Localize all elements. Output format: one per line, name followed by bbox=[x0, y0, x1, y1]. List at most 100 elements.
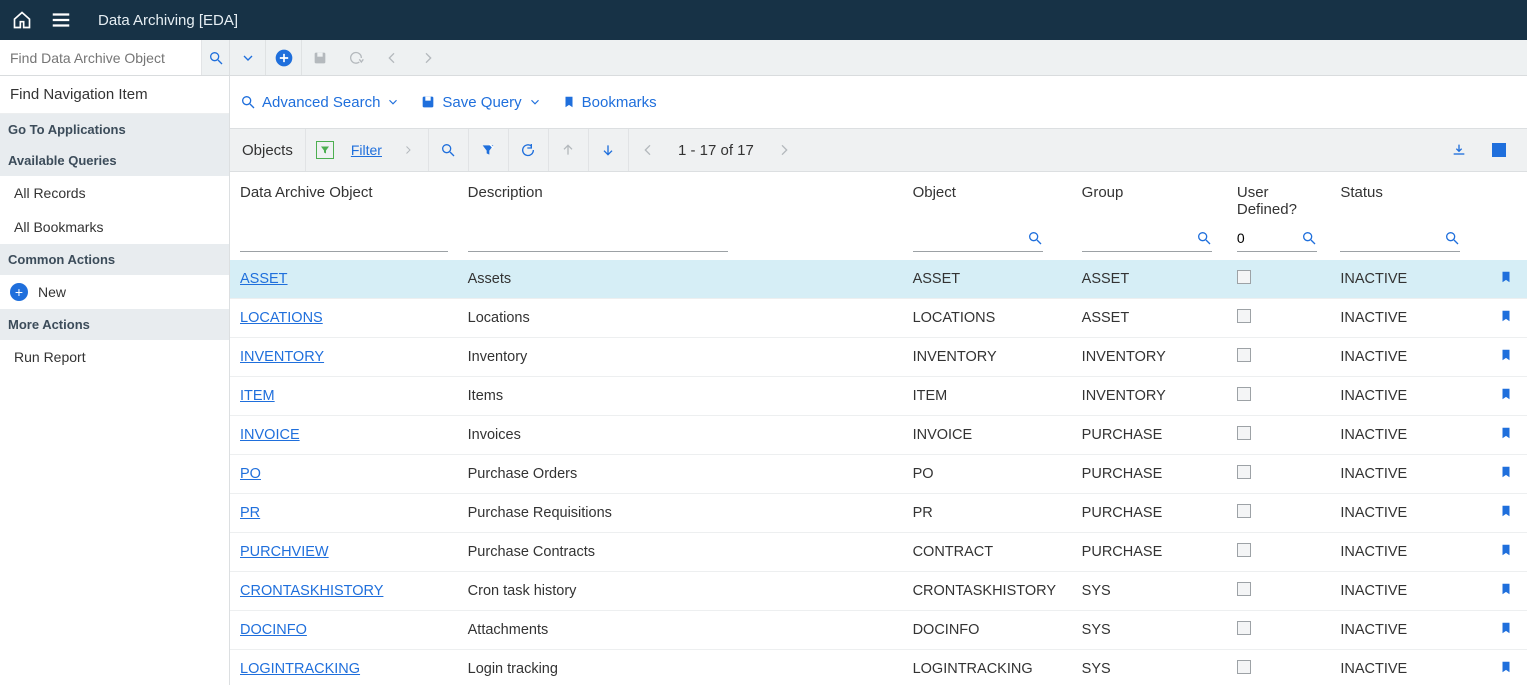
download-button[interactable] bbox=[1439, 129, 1479, 171]
filter-status[interactable] bbox=[1340, 224, 1460, 252]
bookmark-icon[interactable] bbox=[1499, 269, 1513, 285]
filter-grp-input[interactable] bbox=[1082, 230, 1190, 246]
checkbox-icon[interactable] bbox=[1237, 543, 1251, 557]
bookmark-icon[interactable] bbox=[1499, 464, 1513, 480]
section-more-actions[interactable]: More Actions bbox=[0, 309, 229, 340]
table-row[interactable]: INVOICEInvoicesINVOICEPURCHASEINACTIVE bbox=[230, 416, 1527, 455]
checkbox-icon[interactable] bbox=[1237, 621, 1251, 635]
filter-grp[interactable] bbox=[1082, 224, 1212, 252]
expand-button[interactable] bbox=[1479, 129, 1519, 171]
table-row[interactable]: ASSETAssetsASSETASSETINACTIVE bbox=[230, 260, 1527, 299]
dao-link[interactable]: PR bbox=[240, 505, 260, 521]
checkbox-icon[interactable] bbox=[1237, 348, 1251, 362]
checkbox-icon[interactable] bbox=[1237, 504, 1251, 518]
cell-ud[interactable] bbox=[1227, 572, 1330, 611]
filter-obj-input[interactable] bbox=[913, 230, 1021, 246]
filter-obj[interactable] bbox=[913, 224, 1043, 252]
checkbox-icon[interactable] bbox=[1237, 426, 1251, 440]
col-header-ud[interactable]: User Defined? bbox=[1227, 172, 1330, 224]
dao-link[interactable]: INVOICE bbox=[240, 427, 300, 443]
save-query-link[interactable]: Save Query bbox=[420, 94, 541, 111]
bookmark-icon[interactable] bbox=[1499, 659, 1513, 675]
cell-ud[interactable] bbox=[1227, 455, 1330, 494]
checkbox-icon[interactable] bbox=[1237, 582, 1251, 596]
dao-link[interactable]: LOCATIONS bbox=[240, 310, 323, 326]
caret-down-button[interactable] bbox=[230, 40, 266, 75]
bookmark-icon[interactable] bbox=[1499, 308, 1513, 324]
bookmark-icon[interactable] bbox=[1499, 503, 1513, 519]
section-common-actions[interactable]: Common Actions bbox=[0, 244, 229, 275]
checkbox-icon[interactable] bbox=[1237, 387, 1251, 401]
filter-caret-right[interactable] bbox=[388, 129, 428, 171]
filter-desc-input[interactable] bbox=[468, 230, 728, 246]
cell-ud[interactable] bbox=[1227, 494, 1330, 533]
down-button[interactable] bbox=[588, 129, 628, 171]
query-all-records[interactable]: All Records bbox=[0, 176, 229, 210]
section-available-queries[interactable]: Available Queries bbox=[0, 145, 229, 176]
bookmark-icon[interactable] bbox=[1499, 386, 1513, 402]
bookmark-icon[interactable] bbox=[1499, 425, 1513, 441]
bookmarks-link[interactable]: Bookmarks bbox=[562, 94, 657, 111]
dao-link[interactable]: INVENTORY bbox=[240, 349, 324, 365]
find-input[interactable] bbox=[0, 40, 201, 75]
cell-ud[interactable] bbox=[1227, 650, 1330, 685]
checkbox-icon[interactable] bbox=[1237, 465, 1251, 479]
col-header-desc[interactable]: Description bbox=[458, 172, 903, 224]
table-row[interactable]: POPurchase OrdersPOPURCHASEINACTIVE bbox=[230, 455, 1527, 494]
filter-desc[interactable] bbox=[468, 224, 728, 252]
dao-link[interactable]: CRONTASKHISTORY bbox=[240, 583, 383, 599]
table-row[interactable]: DOCINFOAttachmentsDOCINFOSYSINACTIVE bbox=[230, 611, 1527, 650]
refresh-button[interactable] bbox=[508, 129, 548, 171]
dao-link[interactable]: ASSET bbox=[240, 271, 288, 287]
col-header-grp[interactable]: Group bbox=[1072, 172, 1227, 224]
cell-ud[interactable] bbox=[1227, 338, 1330, 377]
cell-ud[interactable] bbox=[1227, 416, 1330, 455]
dao-link[interactable]: PO bbox=[240, 466, 261, 482]
col-header-obj[interactable]: Object bbox=[903, 172, 1072, 224]
table-row[interactable]: INVENTORYInventoryINVENTORYINVENTORYINAC… bbox=[230, 338, 1527, 377]
filter-link[interactable]: Filter bbox=[345, 142, 388, 158]
dao-link[interactable]: PURCHVIEW bbox=[240, 544, 329, 560]
cell-ud[interactable] bbox=[1227, 299, 1330, 338]
menu-icon[interactable] bbox=[50, 9, 72, 31]
new-record-button[interactable] bbox=[266, 40, 302, 75]
cell-ud[interactable] bbox=[1227, 611, 1330, 650]
cell-ud[interactable] bbox=[1227, 260, 1330, 299]
table-row[interactable]: CRONTASKHISTORYCron task historyCRONTASK… bbox=[230, 572, 1527, 611]
filter-dao[interactable] bbox=[240, 224, 448, 252]
new-action[interactable]: + New bbox=[0, 275, 229, 309]
home-icon[interactable] bbox=[12, 10, 32, 30]
table-row[interactable]: LOCATIONSLocationsLOCATIONSASSETINACTIVE bbox=[230, 299, 1527, 338]
cell-ud[interactable] bbox=[1227, 533, 1330, 572]
bookmark-icon[interactable] bbox=[1499, 542, 1513, 558]
advanced-search-link[interactable]: Advanced Search bbox=[240, 94, 400, 111]
cell-ud[interactable] bbox=[1227, 377, 1330, 416]
table-row[interactable]: PURCHVIEWPurchase ContractsCONTRACTPURCH… bbox=[230, 533, 1527, 572]
col-header-status[interactable]: Status bbox=[1330, 172, 1485, 224]
filter-dao-input[interactable] bbox=[240, 230, 448, 246]
table-row[interactable]: PRPurchase RequisitionsPRPURCHASEINACTIV… bbox=[230, 494, 1527, 533]
dao-link[interactable]: LOGINTRACKING bbox=[240, 661, 360, 677]
col-header-dao[interactable]: Data Archive Object bbox=[230, 172, 458, 224]
checkbox-icon[interactable] bbox=[1237, 309, 1251, 323]
bookmark-icon[interactable] bbox=[1499, 347, 1513, 363]
checkbox-icon[interactable] bbox=[1237, 660, 1251, 674]
filter-ud-input[interactable] bbox=[1237, 230, 1295, 246]
section-goto-apps[interactable]: Go To Applications bbox=[0, 114, 229, 145]
query-all-bookmarks[interactable]: All Bookmarks bbox=[0, 210, 229, 244]
search-button[interactable] bbox=[428, 129, 468, 171]
run-report-action[interactable]: Run Report bbox=[0, 340, 229, 374]
filter-status-input[interactable] bbox=[1340, 230, 1438, 246]
checkbox-icon[interactable] bbox=[1237, 270, 1251, 284]
filter-toggle-button[interactable] bbox=[305, 129, 345, 171]
filter-ud[interactable] bbox=[1237, 224, 1317, 252]
table-row[interactable]: ITEMItemsITEMINVENTORYINACTIVE bbox=[230, 377, 1527, 416]
table-wrap[interactable]: Data Archive Object Description Object G… bbox=[230, 172, 1527, 685]
find-search-button[interactable] bbox=[201, 40, 229, 75]
table-row[interactable]: LOGINTRACKINGLogin trackingLOGINTRACKING… bbox=[230, 650, 1527, 685]
find-navigation-item[interactable]: Find Navigation Item bbox=[0, 76, 229, 114]
dao-link[interactable]: ITEM bbox=[240, 388, 275, 404]
bookmark-icon[interactable] bbox=[1499, 620, 1513, 636]
dao-link[interactable]: DOCINFO bbox=[240, 622, 307, 638]
clear-filter-button[interactable] bbox=[468, 129, 508, 171]
